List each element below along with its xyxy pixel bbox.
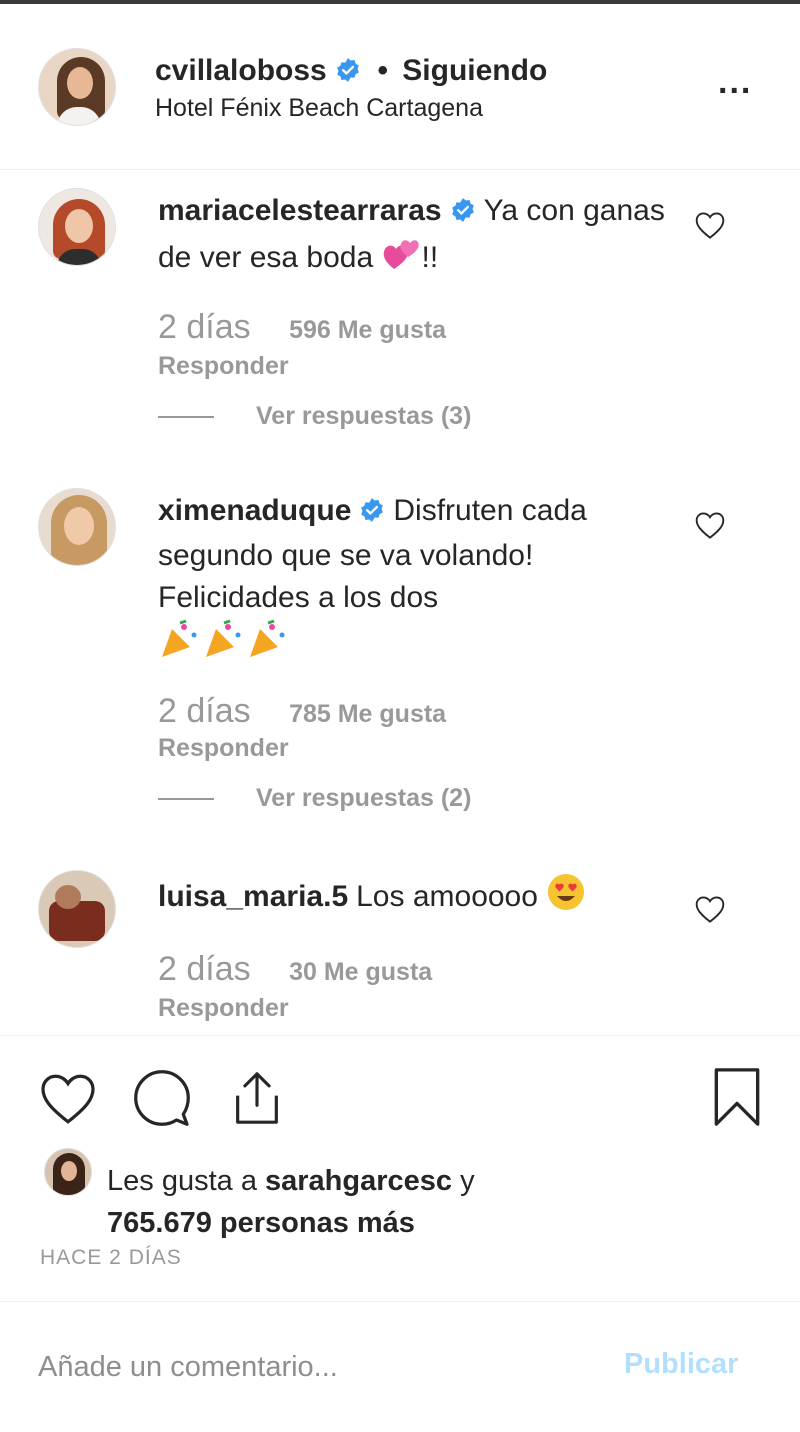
comment-text: mariacelestearraras Ya con ganas de ver e… [158,190,678,285]
heart-icon[interactable] [38,1070,98,1131]
comment-input[interactable] [38,1342,598,1392]
more-options-icon[interactable]: ... [718,65,764,102]
comment-username[interactable]: ximenaduque [158,494,351,527]
verified-badge-icon [450,193,476,235]
party-popper-emoji-icon [158,619,290,673]
liker-avatar[interactable] [44,1148,92,1196]
bookmark-icon[interactable] [708,1066,766,1133]
post-actions: Les gusta a sarahgarcesc y 765.679 perso… [0,1036,800,1302]
comments-list[interactable]: mariacelestearraras Ya con ganas de ver e… [0,170,800,1036]
comment-text: luisa_maria.5 Los amooooo [158,872,678,924]
post-location-link[interactable]: Hotel Fénix Beach Cartagena [155,94,483,123]
replies-divider [158,798,214,801]
heart-icon[interactable] [694,894,726,924]
comment-likes[interactable]: 30 Me gusta [289,958,432,986]
verified-badge-icon [359,493,385,535]
author-username[interactable]: cvillaloboss [155,54,327,87]
post-header: cvillaloboss • Siguiendo Hotel Fénix Bea… [0,4,800,170]
comment-likes[interactable]: 596 Me gusta [289,316,446,344]
follow-status-button[interactable]: Siguiendo [402,54,547,87]
comment-meta: 2 días 596 Me gusta [158,308,446,347]
likes-others-link[interactable]: 765.679 personas más [107,1207,415,1239]
commenter-avatar[interactable] [38,488,116,566]
comment-time[interactable]: 2 días [158,692,251,730]
comment-body: Los amooooo [356,880,538,913]
reply-button[interactable]: Responder [158,994,289,1023]
likes-prefix: Les gusta a [107,1165,257,1197]
heart-icon[interactable] [694,510,726,540]
comment-icon[interactable] [132,1068,192,1133]
comment-body-suffix: !! [421,241,439,274]
comment-meta: 2 días 30 Me gusta [158,950,432,989]
post-timestamp[interactable]: HACE 2 DÍAS [40,1246,182,1270]
header-separator: • [377,54,388,87]
liker-username[interactable]: sarahgarcesc [265,1165,452,1197]
commenter-avatar[interactable] [38,188,116,266]
heart-eyes-emoji-icon [546,872,586,924]
share-icon[interactable] [228,1068,286,1133]
comment-username[interactable]: luisa_maria.5 [158,880,348,913]
heart-icon[interactable] [694,210,726,240]
view-replies-button[interactable]: Ver respuestas (3) [158,402,471,431]
view-replies-button[interactable]: Ver respuestas (2) [158,784,471,813]
comment-likes[interactable]: 785 Me gusta [289,700,446,728]
verified-badge-icon [335,57,361,91]
publish-button[interactable]: Publicar [624,1348,738,1381]
reply-button[interactable]: Responder [158,352,289,381]
comment-composer: Publicar [0,1302,800,1432]
likes-summary: Les gusta a sarahgarcesc y 765.679 perso… [107,1160,475,1244]
commenter-avatar[interactable] [38,870,116,948]
reply-button[interactable]: Responder [158,734,289,763]
view-replies-label: Ver respuestas (3) [256,402,472,430]
comment-meta: 2 días 785 Me gusta [158,692,446,731]
author-avatar[interactable] [38,48,116,126]
two-hearts-emoji-icon [382,235,422,285]
comment-time[interactable]: 2 días [158,950,251,988]
header-line: cvillaloboss • Siguiendo [155,54,547,91]
comment-text: ximenaduque Disfruten cada segundo que se… [158,490,678,673]
likes-joiner: y [460,1165,475,1197]
replies-divider [158,416,214,419]
comment-time[interactable]: 2 días [158,308,251,346]
view-replies-label: Ver respuestas (2) [256,784,472,812]
comment-username[interactable]: mariacelestearraras [158,194,442,227]
